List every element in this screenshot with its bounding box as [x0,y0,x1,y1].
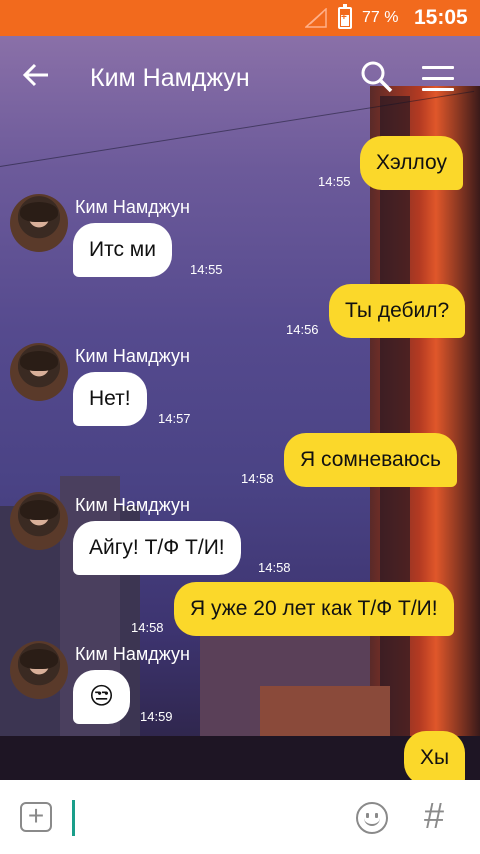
clock: 15:05 [414,6,468,29]
message-time: 14:55 [190,262,223,277]
chat-header: Ким Намджун [0,36,480,122]
text-caret [72,800,75,836]
message-bubble-incoming[interactable]: Итс ми [73,223,172,277]
message-bubble-outgoing[interactable]: Хэллоу [360,136,463,190]
sender-name: Ким Намджун [75,346,190,366]
message-input[interactable] [72,798,332,836]
chat-title[interactable]: Ким Намджун [90,64,250,93]
avatar[interactable] [10,492,68,550]
message-time: 14:58 [241,471,274,486]
message-bubble-outgoing[interactable]: Я уже 20 лет как Т/Ф Т/И! [174,582,454,636]
back-arrow-icon[interactable] [22,60,62,100]
message-bubble-incoming[interactable]: Нет! [73,372,147,426]
sender-name: Ким Намджун [75,644,190,664]
message-time: 14:58 [258,560,291,575]
search-icon[interactable] [360,60,396,96]
message-bubble-outgoing[interactable]: Ты дебил? [329,284,466,338]
avatar[interactable] [10,194,68,252]
signal-icon [305,8,327,28]
emoji-icon[interactable] [356,802,388,834]
hash-icon[interactable]: # [424,796,456,836]
avatar[interactable] [10,641,68,699]
sender-name: Ким Намджун [75,495,190,515]
message-time: 14:59 [140,709,173,724]
message-input-bar: + # [0,780,480,854]
message-time: 14:58 [131,620,164,635]
message-bubble-outgoing[interactable]: Хы [404,731,466,785]
sender-name: Ким Намджун [75,197,190,217]
status-bar: + 77 % 15:05 [0,0,480,36]
avatar[interactable] [10,343,68,401]
message-bubble-outgoing[interactable]: Я сомневаюсь [284,433,457,487]
menu-icon[interactable] [422,66,454,92]
battery-percent: 77 % [362,9,399,26]
attach-icon[interactable]: + [20,802,52,832]
message-bubble-incoming[interactable]: 😒 [73,670,131,724]
message-bubble-incoming[interactable]: Айгу! Т/Ф Т/И! [73,521,241,575]
message-time: 14:55 [318,174,351,189]
battery-icon: + [338,4,352,29]
message-time: 14:56 [286,322,319,337]
message-time: 14:57 [158,411,191,426]
